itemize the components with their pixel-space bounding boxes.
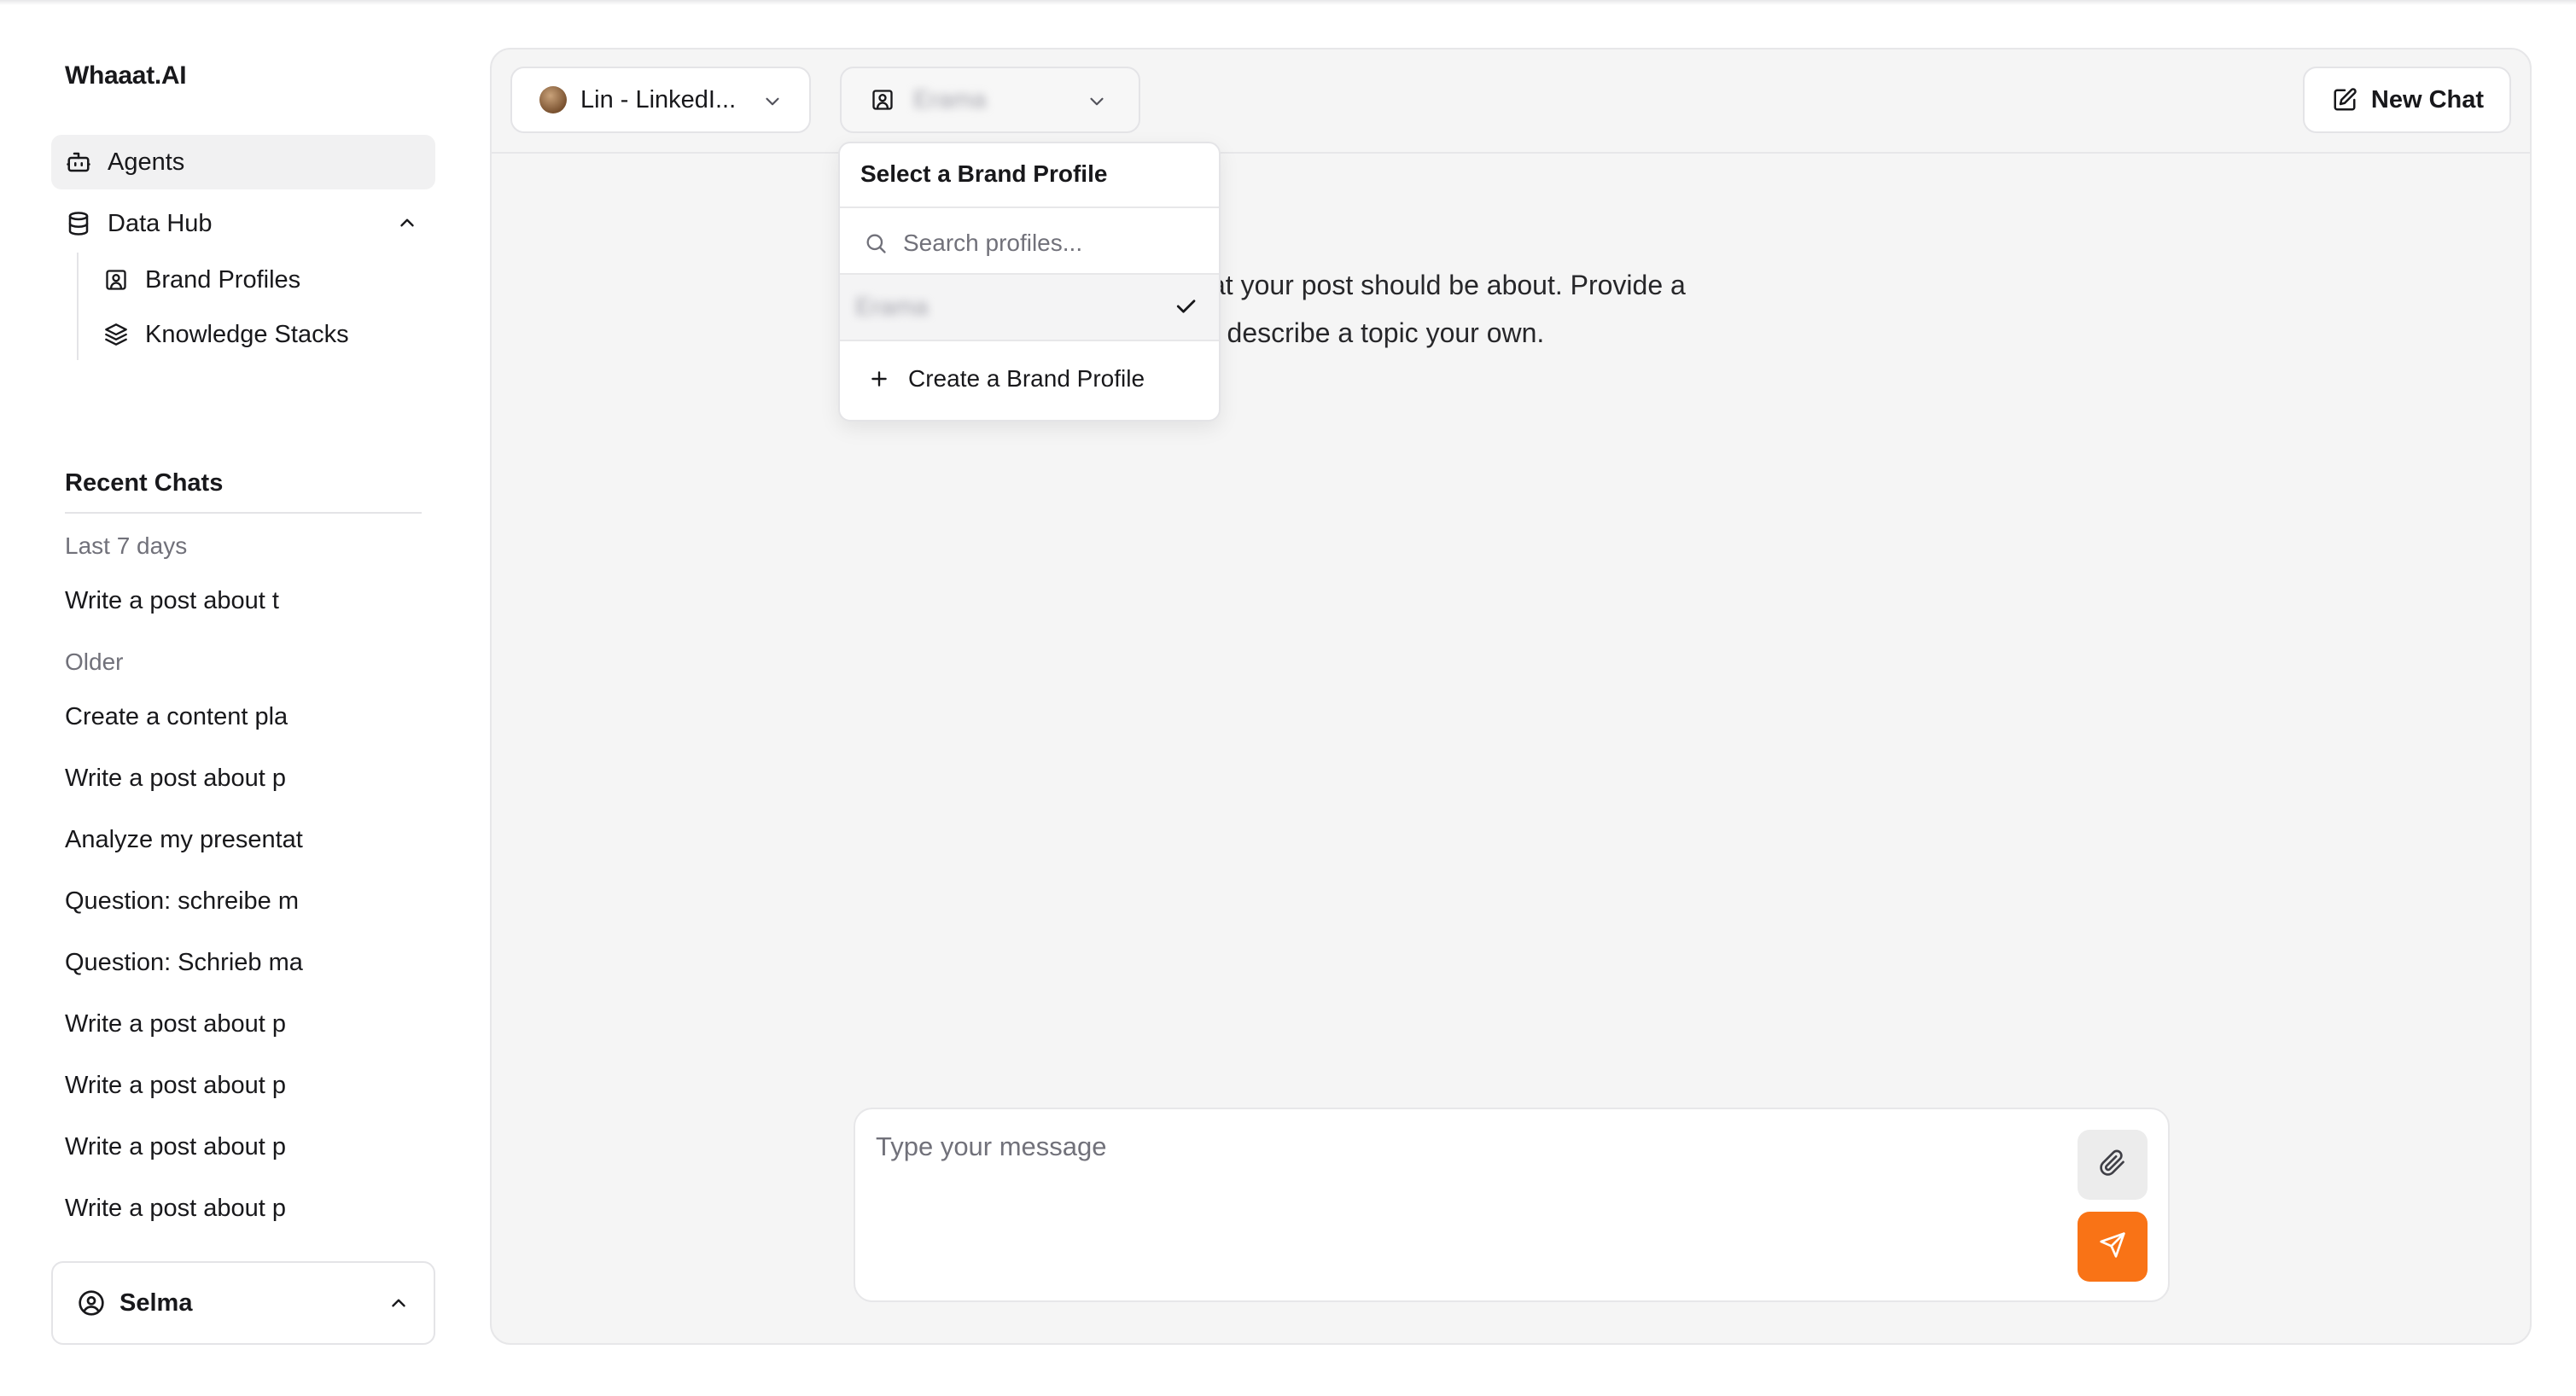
intro-line-1: at your post should be about. Provide a [1210,270,1686,300]
sidebar-item-data-hub[interactable]: Data Hub [51,196,435,251]
profile-search-input[interactable]: Search profiles... [862,222,1082,265]
search-icon [862,230,889,257]
sidebar-item-label: Data Hub [108,209,213,237]
chevron-down-icon [1086,90,1108,119]
chevron-down-icon [761,90,784,119]
divider [840,340,1219,341]
intro-line-2: r describe a topic your own. [1210,317,1545,348]
sidebar: Whaaat.AI Agents Data Hub Brand Profiles [0,0,461,1396]
chevron-up-icon [388,1292,410,1321]
sidebar-item-label: Brand Profiles [145,265,301,294]
create-brand-profile-label: Create a Brand Profile [908,365,1145,392]
brand-selector-value: Erama [913,85,987,113]
group-label-last-7-days: Last 7 days [65,532,188,559]
recent-chat-item[interactable]: Analyze my presentat [65,826,303,854]
divider [840,206,1219,208]
user-square-icon [102,266,130,294]
sidebar-item-brand-profiles[interactable]: Brand Profiles [102,256,300,304]
search-placeholder: Search profiles... [903,230,1083,256]
brand-profile-dropdown: Select a Brand Profile Search profiles..… [838,142,1221,422]
chat-header: Lin - LinkedI... Erama New Chat [492,49,2530,154]
send-icon [2099,1231,2126,1263]
edit-icon [2330,85,2359,114]
message-input[interactable]: Type your message [876,1131,1107,1162]
sidebar-item-agents[interactable]: Agents [51,135,435,189]
tree-line [77,253,79,360]
group-label-older: Older [65,649,124,675]
divider [65,512,422,514]
agent-selector-label: Lin - LinkedI... [580,85,737,113]
new-chat-label: New Chat [2370,85,2485,113]
recent-chat-item[interactable]: Create a content pla [65,703,288,731]
dropdown-title: Select a Brand Profile [860,160,1108,187]
brand-profile-option-label: Erama [855,293,929,321]
message-composer[interactable]: Type your message [854,1108,2170,1302]
recent-chat-item[interactable]: Write a post about p [65,1010,286,1038]
database-icon [65,210,92,237]
sidebar-item-knowledge-stacks[interactable]: Knowledge Stacks [102,311,349,358]
user-circle-icon [77,1288,106,1317]
send-button[interactable] [2078,1212,2148,1282]
user-name: Selma [119,1288,193,1317]
recent-chat-item[interactable]: Write a post about p [65,765,286,793]
check-icon [1173,294,1198,323]
layers-icon [102,321,130,348]
app-logo[interactable]: Whaaat.AI [65,61,187,90]
chat-panel: Lin - LinkedI... Erama New Chat at your … [490,48,2532,1345]
brand-profile-option[interactable]: Erama [840,275,1219,340]
sidebar-item-label: Knowledge Stacks [145,320,349,348]
new-chat-button[interactable]: New Chat [2303,67,2511,133]
recent-chat-item[interactable]: Write a post about p [65,1133,286,1161]
intro-message: at your post should be about. Provide a … [1210,261,1686,357]
paperclip-icon [2099,1149,2126,1181]
chevron-up-icon[interactable] [396,212,418,241]
attach-button[interactable] [2078,1130,2148,1200]
recent-chat-item[interactable]: Write a post about p [65,1072,286,1100]
app-root: Whaaat.AI Agents Data Hub Brand Profiles [0,0,2576,1396]
recent-chat-item[interactable]: Question: Schrieb ma [65,949,303,977]
create-brand-profile-button[interactable]: Create a Brand Profile [867,362,1145,396]
agent-avatar [539,86,567,113]
user-menu-button[interactable]: Selma [51,1261,435,1345]
plus-icon [867,367,891,391]
recent-chat-item[interactable]: Question: schreibe m [65,887,299,916]
brand-profile-selector[interactable]: Erama [840,67,1140,133]
recent-chats-title: Recent Chats [65,469,224,497]
bot-icon [65,148,92,176]
recent-chat-item[interactable]: Write a post about p [65,1195,286,1223]
sidebar-item-label: Agents [108,148,185,176]
agent-selector[interactable]: Lin - LinkedI... [510,67,811,133]
recent-chat-item[interactable]: Write a post about t [65,587,279,615]
user-square-icon [869,86,896,113]
